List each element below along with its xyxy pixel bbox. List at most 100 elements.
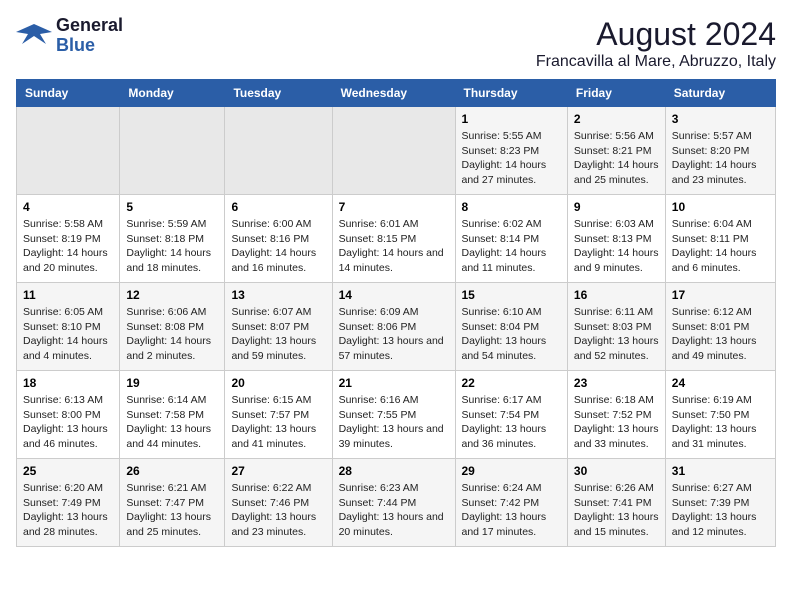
day-number: 17 [672, 288, 769, 302]
logo-icon [16, 22, 52, 50]
calendar-cell: 1 Sunrise: 5:55 AM Sunset: 8:23 PM Daylig… [455, 107, 567, 195]
day-content: Sunrise: 6:15 AM Sunset: 7:57 PM Dayligh… [231, 393, 325, 452]
day-content: Sunrise: 5:59 AM Sunset: 8:18 PM Dayligh… [126, 217, 218, 276]
day-content: Sunrise: 6:06 AM Sunset: 8:08 PM Dayligh… [126, 305, 218, 364]
header-saturday: Saturday [665, 80, 775, 107]
calendar-cell: 6 Sunrise: 6:00 AM Sunset: 8:16 PM Daylig… [225, 195, 332, 283]
header-tuesday: Tuesday [225, 80, 332, 107]
day-number: 9 [574, 200, 659, 214]
day-number: 6 [231, 200, 325, 214]
calendar-cell [120, 107, 225, 195]
day-number: 3 [672, 112, 769, 126]
calendar-cell: 4 Sunrise: 5:58 AM Sunset: 8:19 PM Daylig… [17, 195, 120, 283]
day-content: Sunrise: 6:12 AM Sunset: 8:01 PM Dayligh… [672, 305, 769, 364]
day-content: Sunrise: 6:26 AM Sunset: 7:41 PM Dayligh… [574, 481, 659, 540]
day-number: 19 [126, 376, 218, 390]
calendar-cell [17, 107, 120, 195]
calendar-cell: 10Sunrise: 6:04 AM Sunset: 8:11 PM Dayli… [665, 195, 775, 283]
calendar-cell: 31Sunrise: 6:27 AM Sunset: 7:39 PM Dayli… [665, 459, 775, 547]
day-content: Sunrise: 6:24 AM Sunset: 7:42 PM Dayligh… [462, 481, 561, 540]
day-number: 20 [231, 376, 325, 390]
title-block: August 2024 Francavilla al Mare, Abruzzo… [536, 16, 776, 71]
calendar-cell: 9 Sunrise: 6:03 AM Sunset: 8:13 PM Daylig… [567, 195, 665, 283]
header-friday: Friday [567, 80, 665, 107]
day-content: Sunrise: 5:55 AM Sunset: 8:23 PM Dayligh… [462, 129, 561, 188]
day-content: Sunrise: 6:13 AM Sunset: 8:00 PM Dayligh… [23, 393, 113, 452]
day-number: 23 [574, 376, 659, 390]
day-number: 24 [672, 376, 769, 390]
header-sunday: Sunday [17, 80, 120, 107]
calendar-cell: 3 Sunrise: 5:57 AM Sunset: 8:20 PM Daylig… [665, 107, 775, 195]
page-header: General Blue August 2024 Francavilla al … [16, 16, 776, 71]
day-content: Sunrise: 6:23 AM Sunset: 7:44 PM Dayligh… [339, 481, 449, 540]
calendar-cell: 17 Sunrise: 6:12 AM Sunset: 8:01 PM Dayli… [665, 283, 775, 371]
calendar-subtitle: Francavilla al Mare, Abruzzo, Italy [536, 53, 776, 71]
day-number: 29 [462, 464, 561, 478]
logo: General Blue [16, 16, 123, 56]
calendar-table: SundayMondayTuesdayWednesdayThursdayFrid… [16, 79, 776, 547]
week-row-4: 18 Sunrise: 6:13 AM Sunset: 8:00 PM Dayli… [17, 371, 776, 459]
day-content: Sunrise: 6:02 AM Sunset: 8:14 PM Dayligh… [462, 217, 561, 276]
calendar-cell: 12 Sunrise: 6:06 AM Sunset: 8:08 PM Dayli… [120, 283, 225, 371]
calendar-cell: 27Sunrise: 6:22 AM Sunset: 7:46 PM Dayli… [225, 459, 332, 547]
day-content: Sunrise: 6:17 AM Sunset: 7:54 PM Dayligh… [462, 393, 561, 452]
day-content: Sunrise: 6:05 AM Sunset: 8:10 PM Dayligh… [23, 305, 113, 364]
header-thursday: Thursday [455, 80, 567, 107]
day-number: 11 [23, 288, 113, 302]
header-row: SundayMondayTuesdayWednesdayThursdayFrid… [17, 80, 776, 107]
calendar-cell: 16Sunrise: 6:11 AM Sunset: 8:03 PM Dayli… [567, 283, 665, 371]
day-content: Sunrise: 6:18 AM Sunset: 7:52 PM Dayligh… [574, 393, 659, 452]
day-number: 13 [231, 288, 325, 302]
calendar-cell: 28 Sunrise: 6:23 AM Sunset: 7:44 PM Dayli… [332, 459, 455, 547]
day-number: 16 [574, 288, 659, 302]
day-content: Sunrise: 6:01 AM Sunset: 8:15 PM Dayligh… [339, 217, 449, 276]
calendar-cell: 19 Sunrise: 6:14 AM Sunset: 7:58 PM Dayli… [120, 371, 225, 459]
day-number: 18 [23, 376, 113, 390]
calendar-cell: 18 Sunrise: 6:13 AM Sunset: 8:00 PM Dayli… [17, 371, 120, 459]
day-number: 7 [339, 200, 449, 214]
day-content: Sunrise: 6:09 AM Sunset: 8:06 PM Dayligh… [339, 305, 449, 364]
day-content: Sunrise: 6:27 AM Sunset: 7:39 PM Dayligh… [672, 481, 769, 540]
day-content: Sunrise: 6:22 AM Sunset: 7:46 PM Dayligh… [231, 481, 325, 540]
day-number: 28 [339, 464, 449, 478]
calendar-cell: 25 Sunrise: 6:20 AM Sunset: 7:49 PM Dayli… [17, 459, 120, 547]
day-number: 4 [23, 200, 113, 214]
calendar-cell: 11 Sunrise: 6:05 AM Sunset: 8:10 PM Dayli… [17, 283, 120, 371]
day-number: 1 [462, 112, 561, 126]
calendar-cell: 20 Sunrise: 6:15 AM Sunset: 7:57 PM Dayli… [225, 371, 332, 459]
day-content: Sunrise: 6:16 AM Sunset: 7:55 PM Dayligh… [339, 393, 449, 452]
week-row-1: 1 Sunrise: 5:55 AM Sunset: 8:23 PM Daylig… [17, 107, 776, 195]
calendar-body: 1 Sunrise: 5:55 AM Sunset: 8:23 PM Daylig… [17, 107, 776, 547]
calendar-cell: 23 Sunrise: 6:18 AM Sunset: 7:52 PM Dayli… [567, 371, 665, 459]
day-content: Sunrise: 6:21 AM Sunset: 7:47 PM Dayligh… [126, 481, 218, 540]
calendar-cell [332, 107, 455, 195]
calendar-cell: 2 Sunrise: 5:56 AM Sunset: 8:21 PM Daylig… [567, 107, 665, 195]
calendar-cell: 5 Sunrise: 5:59 AM Sunset: 8:18 PM Daylig… [120, 195, 225, 283]
day-content: Sunrise: 6:20 AM Sunset: 7:49 PM Dayligh… [23, 481, 113, 540]
day-number: 25 [23, 464, 113, 478]
calendar-title: August 2024 [536, 16, 776, 53]
day-content: Sunrise: 5:56 AM Sunset: 8:21 PM Dayligh… [574, 129, 659, 188]
day-content: Sunrise: 6:19 AM Sunset: 7:50 PM Dayligh… [672, 393, 769, 452]
day-content: Sunrise: 6:03 AM Sunset: 8:13 PM Dayligh… [574, 217, 659, 276]
day-content: Sunrise: 6:00 AM Sunset: 8:16 PM Dayligh… [231, 217, 325, 276]
day-content: Sunrise: 6:10 AM Sunset: 8:04 PM Dayligh… [462, 305, 561, 364]
day-content: Sunrise: 6:07 AM Sunset: 8:07 PM Dayligh… [231, 305, 325, 364]
calendar-cell: 24 Sunrise: 6:19 AM Sunset: 7:50 PM Dayli… [665, 371, 775, 459]
calendar-cell [225, 107, 332, 195]
day-number: 15 [462, 288, 561, 302]
day-content: Sunrise: 5:58 AM Sunset: 8:19 PM Dayligh… [23, 217, 113, 276]
day-number: 22 [462, 376, 561, 390]
day-number: 2 [574, 112, 659, 126]
day-number: 5 [126, 200, 218, 214]
calendar-cell: 13 Sunrise: 6:07 AM Sunset: 8:07 PM Dayli… [225, 283, 332, 371]
calendar-cell: 15 Sunrise: 6:10 AM Sunset: 8:04 PM Dayli… [455, 283, 567, 371]
day-number: 10 [672, 200, 769, 214]
calendar-cell: 8Sunrise: 6:02 AM Sunset: 8:14 PM Daylig… [455, 195, 567, 283]
week-row-3: 11 Sunrise: 6:05 AM Sunset: 8:10 PM Dayli… [17, 283, 776, 371]
calendar-cell: 7 Sunrise: 6:01 AM Sunset: 8:15 PM Daylig… [332, 195, 455, 283]
day-content: Sunrise: 6:14 AM Sunset: 7:58 PM Dayligh… [126, 393, 218, 452]
logo-text: General Blue [56, 16, 123, 56]
day-number: 12 [126, 288, 218, 302]
day-content: Sunrise: 5:57 AM Sunset: 8:20 PM Dayligh… [672, 129, 769, 188]
